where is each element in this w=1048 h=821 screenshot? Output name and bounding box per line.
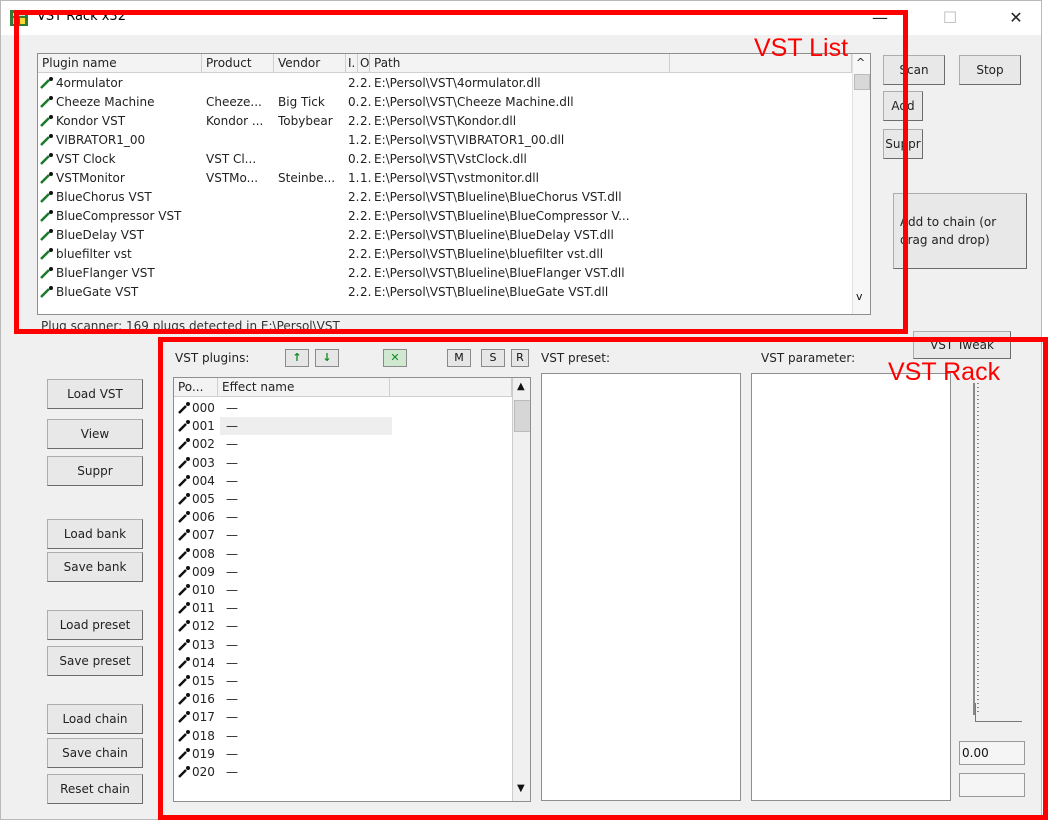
load-preset-button[interactable]: Load preset	[47, 610, 143, 640]
vst-list-annotation: VST List	[754, 34, 849, 62]
load-chain-button[interactable]: Load chain	[47, 704, 143, 734]
vst-rack-highlight	[158, 337, 1048, 820]
reset-chain-button[interactable]: Reset chain	[47, 774, 143, 804]
save-preset-button[interactable]: Save preset	[47, 646, 143, 676]
save-chain-button[interactable]: Save chain	[47, 738, 143, 768]
save-bank-button[interactable]: Save bank	[47, 552, 143, 582]
view-button[interactable]: View	[47, 419, 143, 449]
add-to-chain-button[interactable]: Add to chain (or drag and drop)	[893, 193, 1027, 269]
suppr-button[interactable]: Suppr	[47, 456, 143, 486]
load-bank-button[interactable]: Load bank	[47, 519, 143, 549]
stop-button[interactable]: Stop	[959, 55, 1021, 85]
load-vst-button[interactable]: Load VST	[47, 379, 143, 409]
maximize-button[interactable]: ☐	[927, 1, 973, 35]
vst-rack-annotation: VST Rack	[888, 358, 1001, 386]
close-button[interactable]: ✕	[993, 1, 1039, 35]
